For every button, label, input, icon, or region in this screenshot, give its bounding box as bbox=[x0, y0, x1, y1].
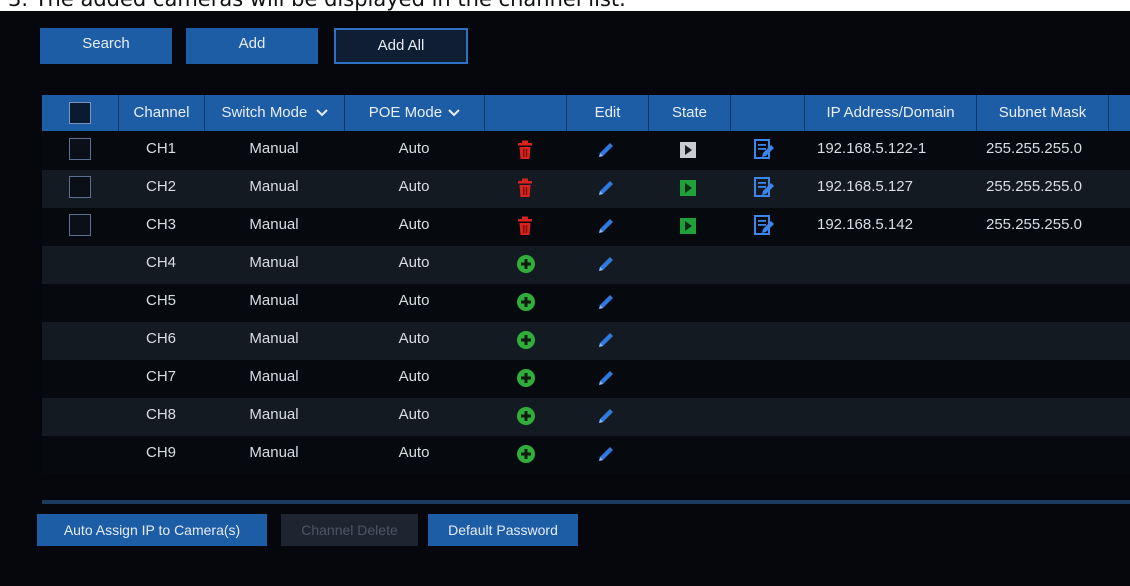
switch-mode-cell[interactable]: Manual bbox=[204, 322, 344, 360]
table-row: CH7 Manual Auto bbox=[42, 360, 1130, 398]
channel-cell: CH4 bbox=[145, 254, 176, 271]
delete-icon[interactable] bbox=[516, 178, 534, 198]
channel-cell: CH3 bbox=[145, 216, 176, 233]
channel-cell: CH9 bbox=[145, 444, 176, 461]
edit-pencil-icon[interactable] bbox=[596, 178, 616, 198]
edit-pencil-icon[interactable] bbox=[596, 216, 616, 236]
table-row: CH5 Manual Auto bbox=[42, 284, 1130, 322]
poe-mode-cell[interactable]: Auto bbox=[344, 132, 484, 170]
playing-state-icon bbox=[680, 218, 696, 234]
table-row: CH1 Manual Auto 192.168.5.122-1 255.255.255.… bbox=[42, 132, 1130, 170]
table-row: CH4 Manual Auto bbox=[42, 246, 1130, 284]
playing-state-icon bbox=[680, 180, 696, 196]
edit-pencil-icon[interactable] bbox=[596, 330, 616, 350]
subnet-mask-cell: 255.255.255.0 bbox=[986, 178, 1082, 195]
edit-pencil-icon[interactable] bbox=[596, 140, 616, 160]
edit-pencil-icon[interactable] bbox=[596, 368, 616, 388]
header-config bbox=[730, 95, 804, 131]
table-row: CH9 Manual Auto bbox=[42, 436, 1130, 474]
header-poe-mode[interactable]: POE Mode bbox=[344, 95, 484, 131]
edit-pencil-icon[interactable] bbox=[596, 254, 616, 274]
delete-icon[interactable] bbox=[516, 140, 534, 160]
header-channel[interactable]: Channel bbox=[118, 95, 204, 131]
switch-mode-cell[interactable]: Manual bbox=[204, 132, 344, 170]
add-button[interactable]: Add bbox=[186, 28, 318, 64]
channel-config-screen: Search Add Add All Channel Switch Mode P… bbox=[0, 11, 1130, 586]
poe-mode-cell[interactable]: Auto bbox=[344, 322, 484, 360]
edit-pencil-icon[interactable] bbox=[596, 444, 616, 464]
channel-delete-button[interactable]: Channel Delete bbox=[281, 514, 418, 546]
subnet-mask-cell: 255.255.255.0 bbox=[986, 216, 1082, 233]
add-channel-icon[interactable] bbox=[516, 406, 536, 426]
header-action bbox=[484, 95, 566, 131]
header-overflow bbox=[1108, 95, 1130, 131]
subnet-mask-cell: 255.255.255.0 bbox=[986, 140, 1082, 157]
edit-pencil-icon[interactable] bbox=[596, 406, 616, 426]
row-select-checkbox[interactable] bbox=[69, 176, 91, 198]
table-row: CH8 Manual Auto bbox=[42, 398, 1130, 436]
select-all-checkbox[interactable] bbox=[69, 102, 91, 124]
chevron-down-icon bbox=[315, 109, 328, 117]
poe-mode-cell[interactable]: Auto bbox=[344, 360, 484, 398]
header-switch-mode[interactable]: Switch Mode bbox=[204, 95, 344, 131]
channel-cell: CH7 bbox=[145, 368, 176, 385]
switch-mode-cell[interactable]: Manual bbox=[204, 170, 344, 208]
add-channel-icon[interactable] bbox=[516, 254, 536, 274]
channel-cell: CH6 bbox=[145, 330, 176, 347]
table-row: CH2 Manual Auto 192.168.5.127 255.255.255.0 bbox=[42, 170, 1130, 208]
stopped-state-icon bbox=[680, 142, 696, 158]
ip-address-cell: 192.168.5.127 bbox=[817, 178, 913, 195]
switch-mode-cell[interactable]: Manual bbox=[204, 284, 344, 322]
channel-cell: CH8 bbox=[145, 406, 176, 423]
poe-mode-cell[interactable]: Auto bbox=[344, 170, 484, 208]
table-scroll-divider bbox=[42, 500, 1130, 504]
auto-assign-ip-button[interactable]: Auto Assign IP to Camera(s) bbox=[37, 514, 267, 546]
add-channel-icon[interactable] bbox=[516, 292, 536, 312]
table-row: CH3 Manual Auto 192.168.5.142 255.255.255.0 bbox=[42, 208, 1130, 246]
channel-cell: CH2 bbox=[145, 178, 176, 195]
switch-mode-cell[interactable]: Manual bbox=[204, 436, 344, 474]
ip-address-cell: 192.168.5.142 bbox=[817, 216, 913, 233]
add-channel-icon[interactable] bbox=[516, 444, 536, 464]
default-password-button[interactable]: Default Password bbox=[428, 514, 578, 546]
edit-pencil-icon[interactable] bbox=[596, 292, 616, 312]
ip-address-cell: 192.168.5.122-1 bbox=[817, 140, 927, 157]
channel-cell: CH1 bbox=[145, 140, 176, 157]
channel-cell: CH5 bbox=[145, 292, 176, 309]
switch-mode-cell[interactable]: Manual bbox=[204, 246, 344, 284]
header-poe-mode-label: POE Mode bbox=[368, 104, 443, 121]
poe-mode-cell[interactable]: Auto bbox=[344, 436, 484, 474]
search-button[interactable]: Search bbox=[40, 28, 172, 64]
poe-mode-cell[interactable]: Auto bbox=[344, 284, 484, 322]
table-row: CH6 Manual Auto bbox=[42, 322, 1130, 360]
camera-config-icon[interactable] bbox=[753, 176, 775, 198]
poe-mode-cell[interactable]: Auto bbox=[344, 208, 484, 246]
add-channel-icon[interactable] bbox=[516, 330, 536, 350]
poe-mode-cell[interactable]: Auto bbox=[344, 246, 484, 284]
instruction-caption: 3. The added cameras will be displayed i… bbox=[0, 0, 1130, 11]
delete-icon[interactable] bbox=[516, 216, 534, 236]
header-state: State bbox=[648, 95, 730, 131]
camera-config-icon[interactable] bbox=[753, 138, 775, 160]
table-header: Channel Switch Mode POE Mode Edit State … bbox=[42, 95, 1130, 131]
camera-config-icon[interactable] bbox=[753, 214, 775, 236]
switch-mode-cell[interactable]: Manual bbox=[204, 360, 344, 398]
row-select-checkbox[interactable] bbox=[69, 214, 91, 236]
row-select-checkbox[interactable] bbox=[69, 138, 91, 160]
header-edit: Edit bbox=[566, 95, 648, 131]
header-switch-mode-label: Switch Mode bbox=[221, 104, 308, 121]
header-subnet-mask: Subnet Mask bbox=[976, 95, 1108, 131]
chevron-down-icon bbox=[448, 109, 460, 117]
poe-mode-cell[interactable]: Auto bbox=[344, 398, 484, 436]
add-channel-icon[interactable] bbox=[516, 368, 536, 388]
add-all-button[interactable]: Add All bbox=[334, 28, 468, 64]
header-ip-address: IP Address/Domain bbox=[804, 95, 976, 131]
switch-mode-cell[interactable]: Manual bbox=[204, 208, 344, 246]
switch-mode-cell[interactable]: Manual bbox=[204, 398, 344, 436]
